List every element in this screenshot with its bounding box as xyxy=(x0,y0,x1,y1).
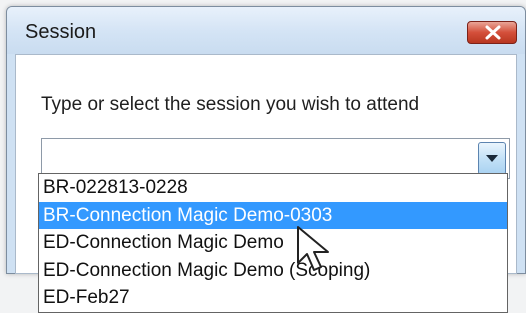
title-bar[interactable]: Session xyxy=(7,7,525,54)
session-option[interactable]: BR-022813-0228 xyxy=(39,174,507,202)
dialog-title: Session xyxy=(25,21,97,43)
dropdown-button[interactable] xyxy=(478,142,506,175)
session-dropdown-list: BR-022813-0228 BR-Connection Magic Demo-… xyxy=(38,173,508,313)
screen: Session Type or select the session you w… xyxy=(0,0,526,313)
close-button[interactable] xyxy=(467,21,517,44)
session-option[interactable]: ED-Connection Magic Demo (Scoping) xyxy=(39,257,507,285)
session-option[interactable]: ED-Feb27 xyxy=(39,284,507,312)
mouse-pointer-icon xyxy=(297,226,329,271)
chevron-down-icon xyxy=(486,155,498,162)
session-prompt: Type or select the session you wish to a… xyxy=(41,94,420,115)
close-x-icon xyxy=(485,25,501,40)
session-option[interactable]: ED-Connection Magic Demo xyxy=(39,229,507,257)
session-option-selected[interactable]: BR-Connection Magic Demo-0303 xyxy=(39,201,507,229)
